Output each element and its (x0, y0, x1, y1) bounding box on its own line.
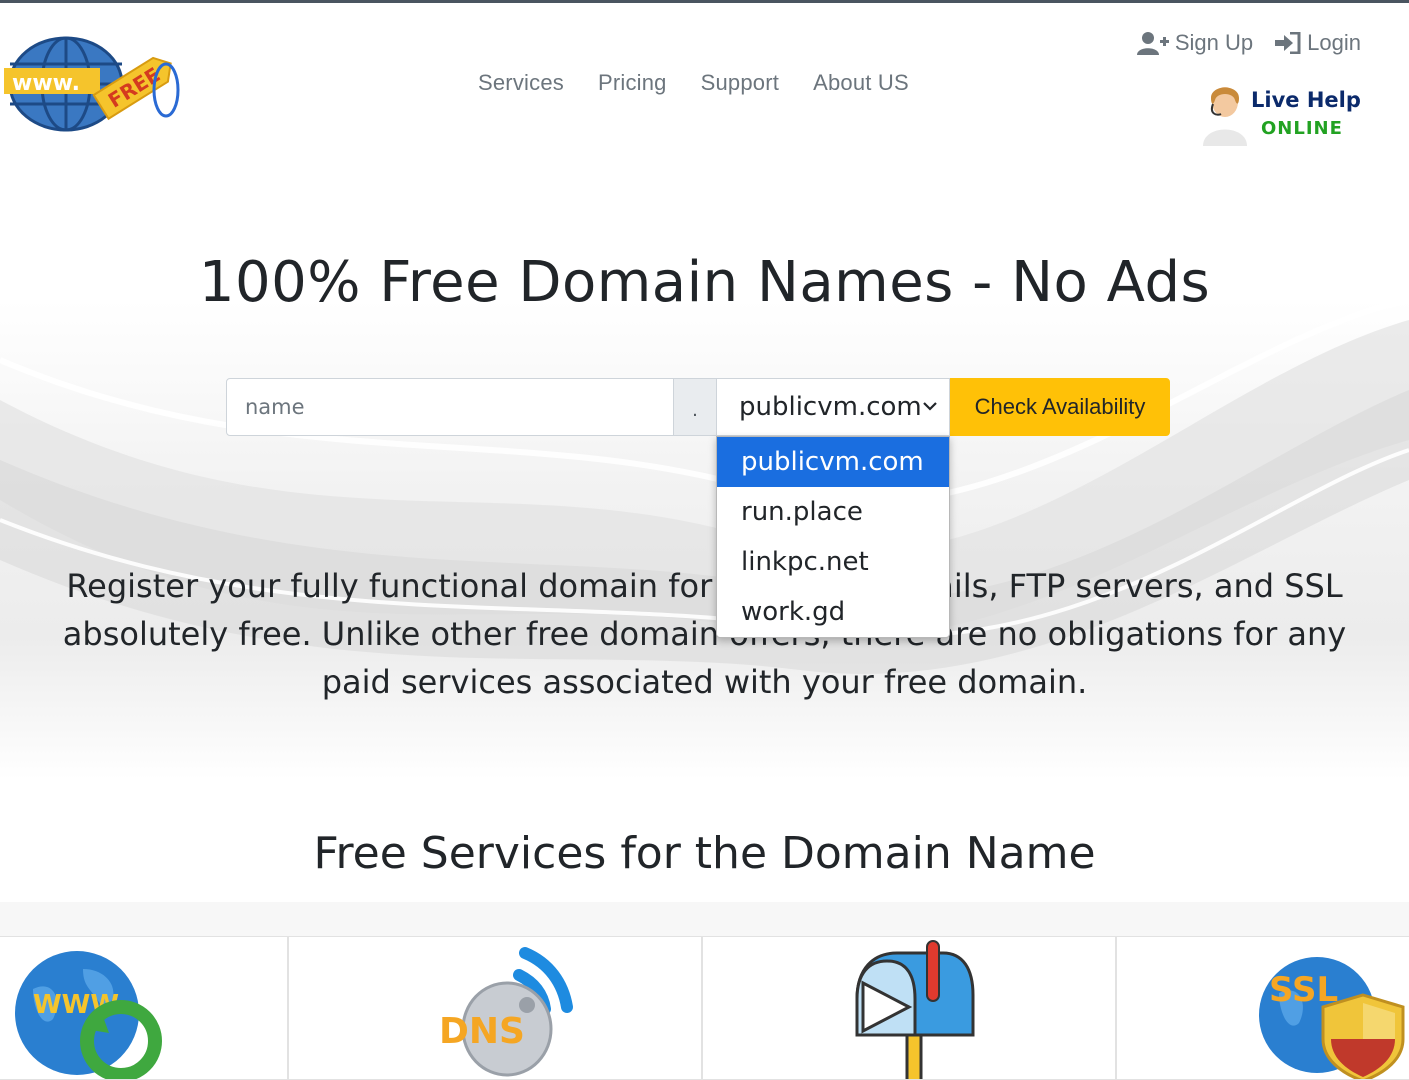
sign-in-icon (1275, 32, 1301, 54)
hero-description: Register your fully functional domain fo… (62, 567, 1347, 701)
live-help-text: Live Help (1251, 88, 1361, 112)
login-link[interactable]: Login (1275, 30, 1361, 56)
nav-support[interactable]: Support (701, 70, 779, 96)
login-label: Login (1307, 30, 1361, 55)
globe-logo-icon: www. FREE (4, 36, 180, 132)
service-card-email[interactable] (702, 936, 1116, 1080)
main-nav: Services Pricing Support About US (478, 70, 909, 96)
services-title: Free Services for the Domain Name (313, 828, 1096, 879)
chevron-down-icon (923, 402, 937, 411)
nav-pricing[interactable]: Pricing (598, 70, 667, 96)
sign-up-label: Sign Up (1174, 30, 1254, 55)
hero-background (0, 300, 1409, 780)
tld-selected-value: publicvm.com (739, 392, 922, 422)
svg-text:DNS: DNS (439, 1011, 525, 1052)
service-card-dns[interactable]: DNS (288, 936, 702, 1080)
tld-dropdown-list: publicvm.com run.place linkpc.net work.g… (716, 436, 950, 638)
www-globe-icon: WWW (15, 951, 162, 1079)
dot-separator: . (674, 378, 716, 436)
live-help-badge[interactable]: Live Help ONLINE (1199, 84, 1361, 146)
tld-option-work-gd[interactable]: work.gd (717, 587, 949, 637)
mailbox-icon (855, 940, 975, 1079)
tld-option-publicvm[interactable]: publicvm.com (717, 437, 949, 487)
support-agent-icon (1203, 87, 1247, 146)
user-plus-icon (1136, 32, 1169, 55)
check-availability-button[interactable]: Check Availability (950, 378, 1170, 436)
site-logo[interactable]: www. FREE (4, 34, 184, 134)
ssl-shield-icon: SSL (1259, 957, 1405, 1079)
online-status: ONLINE (1261, 118, 1343, 139)
hero-title: 100% Free Domain Names - No Ads (198, 250, 1211, 315)
tld-option-run-place[interactable]: run.place (717, 487, 949, 537)
svg-text:SSL: SSL (1269, 970, 1338, 1010)
dns-satellite-icon: DNS (439, 947, 573, 1077)
service-card-ssl[interactable]: SSL (1116, 936, 1409, 1080)
nav-about-us[interactable]: About US (813, 70, 909, 96)
tld-select[interactable]: publicvm.com (716, 378, 950, 436)
tld-option-linkpc[interactable]: linkpc.net (717, 537, 949, 587)
service-card-www[interactable]: WWW (0, 936, 288, 1080)
domain-search-form: . publicvm.com Check Availability (226, 378, 1170, 436)
top-border (0, 0, 1409, 3)
sign-up-link[interactable]: Sign Up (1136, 30, 1254, 56)
wave-decoration (0, 300, 1409, 674)
svg-text:www.: www. (12, 71, 80, 96)
auth-links: Sign Up Login (1136, 30, 1361, 56)
domain-name-input[interactable] (226, 378, 674, 436)
nav-services[interactable]: Services (478, 70, 564, 96)
